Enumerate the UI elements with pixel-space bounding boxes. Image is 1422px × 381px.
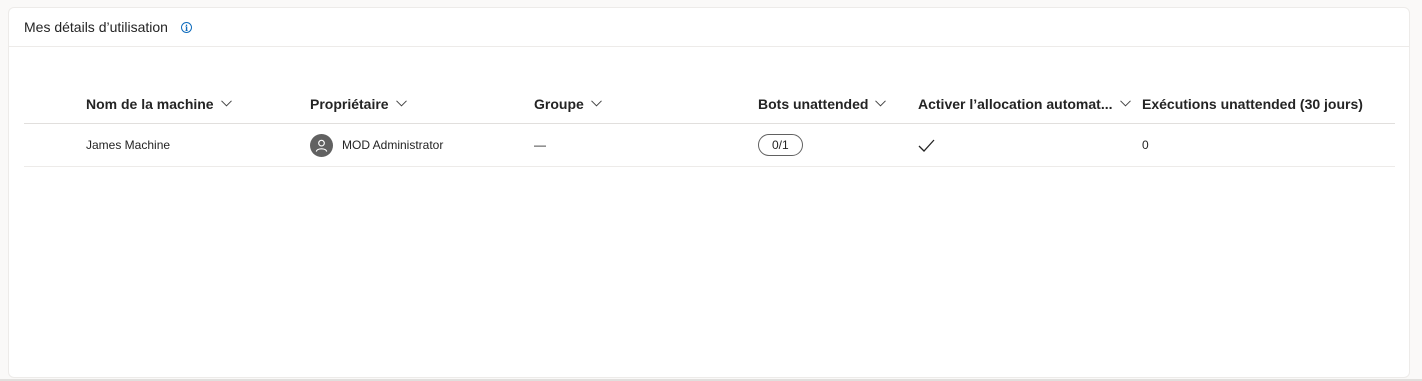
owner-cell: MOD Administrator [310, 124, 443, 166]
column-header-group[interactable]: Groupe [534, 84, 602, 123]
runs-cell: 0 [1142, 138, 1149, 152]
column-header-unattended-bots[interactable]: Bots unattended [758, 84, 887, 123]
usage-details-card: Mes détails d’utilisation i Nom de la ma… [8, 7, 1410, 378]
auto-allocation-cell [918, 124, 935, 166]
chevron-down-icon [590, 100, 602, 107]
column-header-label: Groupe [534, 95, 584, 112]
chevron-down-icon [1119, 100, 1131, 107]
column-header-label: Nom de la machine [86, 95, 214, 112]
group-cell: — [534, 138, 546, 152]
column-header-label: Exécutions unattended (30 jours) [1142, 95, 1363, 112]
card-title: Mes détails d’utilisation [24, 19, 168, 35]
column-header-label: Bots unattended [758, 95, 869, 112]
card-header: Mes détails d’utilisation i [9, 8, 1409, 47]
machine-name-cell: James Machine [86, 138, 171, 152]
bots-count-badge: 0/1 [758, 134, 803, 156]
chevron-down-icon [395, 100, 407, 107]
column-header-auto-allocation[interactable]: Activer l’allocation automat... [918, 84, 1131, 123]
avatar [310, 133, 333, 157]
column-header-label: Propriétaire [310, 95, 389, 112]
person-icon [315, 139, 328, 152]
table-header-row: Nom de la machine Propriétaire Groupe Bo… [24, 84, 1395, 124]
table-row[interactable]: James Machine MOD Administrator — 0/1 0 [24, 124, 1395, 167]
column-header-unattended-runs[interactable]: Exécutions unattended (30 jours) [1142, 84, 1363, 123]
info-icon[interactable]: i [180, 22, 192, 33]
column-header-label: Activer l’allocation automat... [918, 95, 1113, 112]
bots-cell: 0/1 [758, 124, 803, 166]
chevron-down-icon [220, 100, 232, 107]
chevron-down-icon [875, 100, 887, 107]
owner-name: MOD Administrator [342, 138, 444, 152]
column-header-owner[interactable]: Propriétaire [310, 84, 407, 123]
column-header-machine-name[interactable]: Nom de la machine [86, 84, 232, 123]
checkmark-icon [918, 139, 935, 152]
machines-table: Nom de la machine Propriétaire Groupe Bo… [24, 84, 1395, 167]
